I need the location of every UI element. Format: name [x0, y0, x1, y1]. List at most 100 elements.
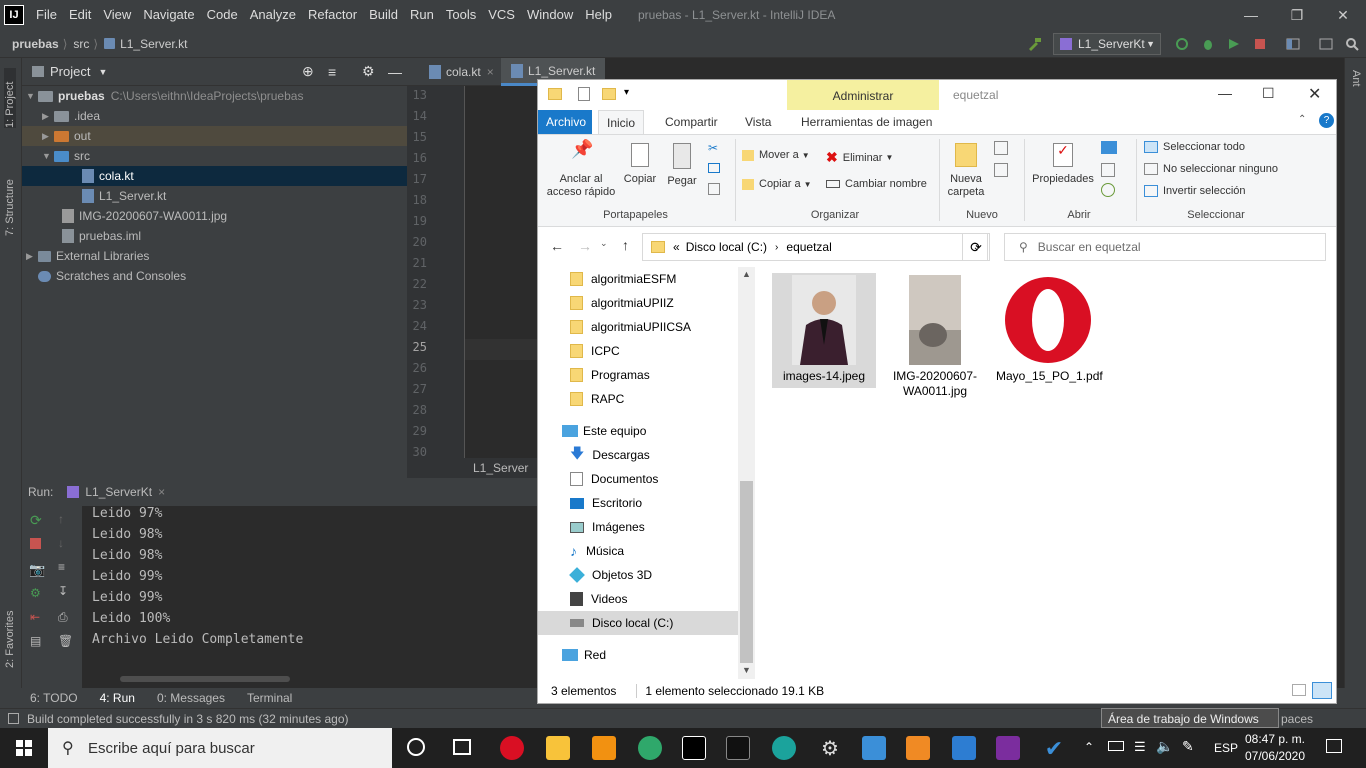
properties-qat-icon[interactable]	[578, 87, 590, 101]
coverage-icon[interactable]	[1226, 36, 1242, 52]
tab-run[interactable]: 4: Run	[100, 691, 135, 705]
menu-vcs[interactable]: VCS	[482, 0, 521, 30]
menu-tools[interactable]: Tools	[440, 0, 482, 30]
help-icon[interactable]: ?	[1319, 113, 1334, 128]
sublime-app-icon[interactable]	[592, 736, 616, 760]
rerun-icon[interactable]	[1174, 36, 1190, 52]
nav-item-algoritmiaupiiz[interactable]: algoritmiaUPIIZ	[570, 291, 674, 315]
trash-icon[interactable]: 🗑	[58, 634, 73, 648]
nav-item-algoritmiaupiicsa[interactable]: algoritmiaUPIICSA	[570, 315, 691, 339]
menu-navigate[interactable]: Navigate	[137, 0, 200, 30]
edge-app-icon[interactable]	[772, 736, 796, 760]
layout-icon[interactable]: ▤	[30, 634, 41, 648]
nav-item-documentos[interactable]: Documentos	[570, 467, 658, 491]
contextual-tab-administrar[interactable]: Administrar	[787, 80, 939, 110]
arrow-down-icon[interactable]: ↓	[58, 536, 64, 550]
print-icon[interactable]: ⎙	[58, 610, 68, 625]
nav-item-disco-local[interactable]: Disco local (C:)	[538, 611, 738, 635]
chevron-down-icon[interactable]: ▼	[98, 67, 107, 77]
address-input[interactable]: « Disco local (C:) › equetzal ⌄	[642, 233, 988, 261]
scroll-down-icon[interactable]: ▼	[742, 665, 751, 675]
file-item-img-wa0011[interactable]: IMG-20200607-WA0011.jpg	[883, 273, 987, 403]
settings-gear-icon[interactable]: ⚙	[818, 736, 842, 760]
tree-row-scratches[interactable]: Scratches and Consoles	[22, 266, 407, 286]
properties-button[interactable]: ✓ Propiedades	[1028, 143, 1098, 186]
history-icon[interactable]	[1101, 183, 1115, 197]
search-everywhere-icon[interactable]	[1344, 36, 1360, 52]
pin-quick-access-button[interactable]: 📌 Anclar al acceso rápido	[544, 140, 618, 199]
console-scrollbar[interactable]	[120, 676, 290, 682]
menu-window[interactable]: Window	[521, 0, 579, 30]
exit-icon[interactable]: ⇤	[30, 610, 40, 624]
rerun-icon[interactable]: ⟳	[30, 512, 42, 529]
cortana-icon[interactable]	[407, 738, 425, 756]
file-item-mayo-pdf[interactable]: Mayo_15_PO_1.pdf	[996, 273, 1103, 388]
tab-vista[interactable]: Vista	[737, 110, 779, 134]
paste-shortcut-icon[interactable]	[708, 183, 720, 195]
run-tab[interactable]: L1_ServerKt	[85, 485, 152, 499]
menu-refactor[interactable]: Refactor	[302, 0, 363, 30]
explorer-minimize-button[interactable]: —	[1218, 85, 1232, 101]
scroll-to-end-icon[interactable]: ↧	[58, 584, 68, 598]
move-to-button[interactable]: Mover a ▼	[742, 149, 810, 161]
windows-start-icon[interactable]	[16, 740, 32, 756]
nav-item-objetos-3d[interactable]: Objetos 3D	[569, 563, 652, 587]
menu-code[interactable]: Code	[201, 0, 244, 30]
opera-app-icon[interactable]	[500, 736, 524, 760]
rename-button[interactable]: Cambiar nombre	[826, 178, 927, 190]
run-configuration-select[interactable]: L1_ServerKt ▼	[1053, 33, 1161, 55]
terminal-app-icon[interactable]	[726, 736, 750, 760]
tab-cola-kt[interactable]: cola.kt ×	[419, 58, 504, 86]
close-icon[interactable]: ×	[158, 485, 165, 499]
menu-run[interactable]: Run	[404, 0, 440, 30]
explorer-maximize-button[interactable]: ☐	[1262, 85, 1275, 102]
tab-favorites[interactable]: 2: Favorites	[4, 598, 16, 668]
new-item-icon[interactable]	[994, 141, 1008, 155]
new-folder-qat-icon[interactable]	[602, 88, 616, 100]
tab-herramientas-imagen[interactable]: Herramientas de imagen	[793, 110, 940, 134]
forward-arrow-icon[interactable]: →	[578, 238, 592, 254]
explorer-close-button[interactable]: ✕	[1308, 84, 1321, 104]
tree-row-src[interactable]: ▼ src	[22, 146, 407, 166]
nav-item-videos[interactable]: Videos	[570, 587, 627, 611]
language-indicator[interactable]: ESP	[1214, 741, 1238, 755]
ide-maximize-button[interactable]: ❐	[1274, 0, 1320, 30]
tree-row-external-libraries[interactable]: ▶ External Libraries	[22, 246, 407, 266]
copy-button[interactable]: Copiar	[620, 143, 660, 186]
breadcrumb-project[interactable]: pruebas	[12, 37, 59, 51]
menu-help[interactable]: Help	[579, 0, 618, 30]
soft-wrap-icon[interactable]: ≡	[58, 560, 65, 574]
tab-compartir[interactable]: Compartir	[657, 110, 726, 134]
open-image-icon[interactable]	[1101, 141, 1117, 154]
menu-analyze[interactable]: Analyze	[244, 0, 302, 30]
tree-row-idea[interactable]: ▶ .idea	[22, 106, 407, 126]
menu-file[interactable]: File	[30, 0, 63, 30]
hide-panel-icon[interactable]: —	[388, 64, 402, 80]
up-arrow-icon[interactable]: ↑	[622, 237, 629, 253]
control-panel-app-icon[interactable]	[862, 736, 886, 760]
nav-item-escritorio[interactable]: Escritorio	[570, 491, 642, 515]
camera-icon[interactable]: 📷	[29, 562, 45, 578]
tray-chevron-up-icon[interactable]: ⌃	[1084, 740, 1094, 754]
tab-messages[interactable]: 0: Messages	[157, 691, 225, 705]
search-input[interactable]: ⚲ Buscar en equetzal	[1004, 233, 1326, 261]
layout-icon[interactable]	[1318, 36, 1334, 52]
tree-row-pruebas[interactable]: ▼ pruebas C:\Users\eithn\IdeaProjects\pr…	[22, 86, 407, 106]
copy-path-icon[interactable]	[708, 163, 720, 173]
menu-edit[interactable]: Edit	[63, 0, 97, 30]
xampp-app-icon[interactable]	[906, 736, 930, 760]
details-view-icon[interactable]	[1292, 684, 1306, 696]
build-hammer-icon[interactable]	[1026, 36, 1042, 52]
back-arrow-icon[interactable]: ←	[550, 238, 564, 254]
todo-check-icon[interactable]: ✔	[1042, 736, 1066, 761]
select-all-button[interactable]: Seleccionar todo	[1144, 141, 1245, 153]
tab-project[interactable]: 1: Project	[4, 68, 16, 128]
nav-item-musica[interactable]: ♪ Música	[570, 539, 624, 563]
taskbar-search-input[interactable]: ⚲ Escribe aquí para buscar	[48, 728, 392, 768]
edit-icon[interactable]	[1101, 163, 1115, 177]
tree-row-img[interactable]: IMG-20200607-WA0011.jpg	[22, 206, 407, 226]
file-item-images-14[interactable]: images-14.jpeg	[772, 273, 876, 388]
delete-button[interactable]: ✖ Eliminar ▼	[826, 149, 893, 166]
tree-row-cola-kt[interactable]: cola.kt	[22, 166, 407, 186]
collapse-ribbon-icon[interactable]: ⌃	[1298, 114, 1306, 125]
